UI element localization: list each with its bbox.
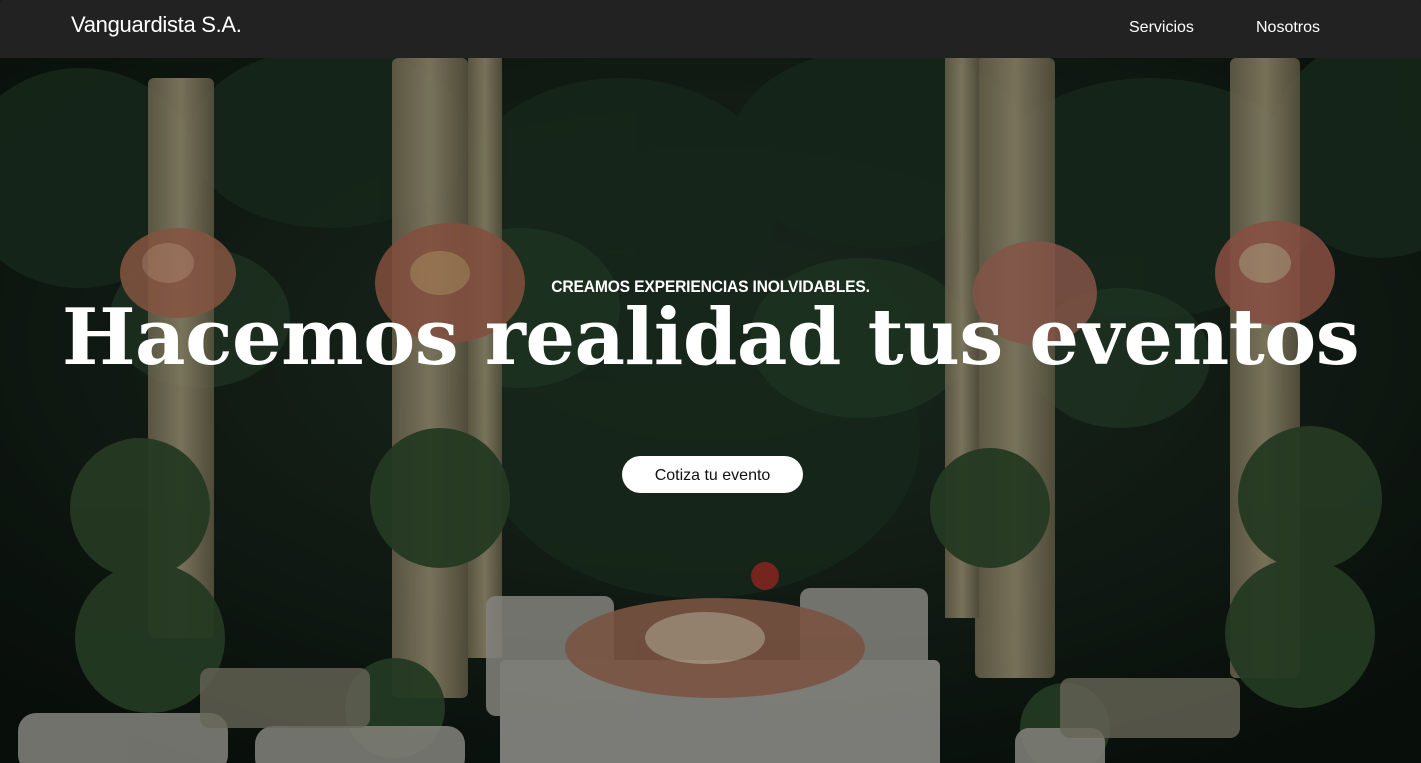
hero-dark-overlay [0, 58, 1421, 763]
brand-logo-link[interactable]: Vanguardista S.A. [71, 12, 242, 38]
hero-section: CREAMOS EXPERIENCIAS INOLVIDABLES. Hacem… [0, 58, 1421, 763]
nav-link-servicios[interactable]: Servicios [1129, 19, 1194, 37]
hero-headline: Hacemos realidad tus eventos [61, 292, 1360, 383]
nav-link-nosotros[interactable]: Nosotros [1256, 19, 1320, 37]
navbar: Vanguardista S.A. Servicios Nosotros [0, 0, 1421, 58]
quote-event-button[interactable]: Cotiza tu evento [622, 456, 803, 493]
